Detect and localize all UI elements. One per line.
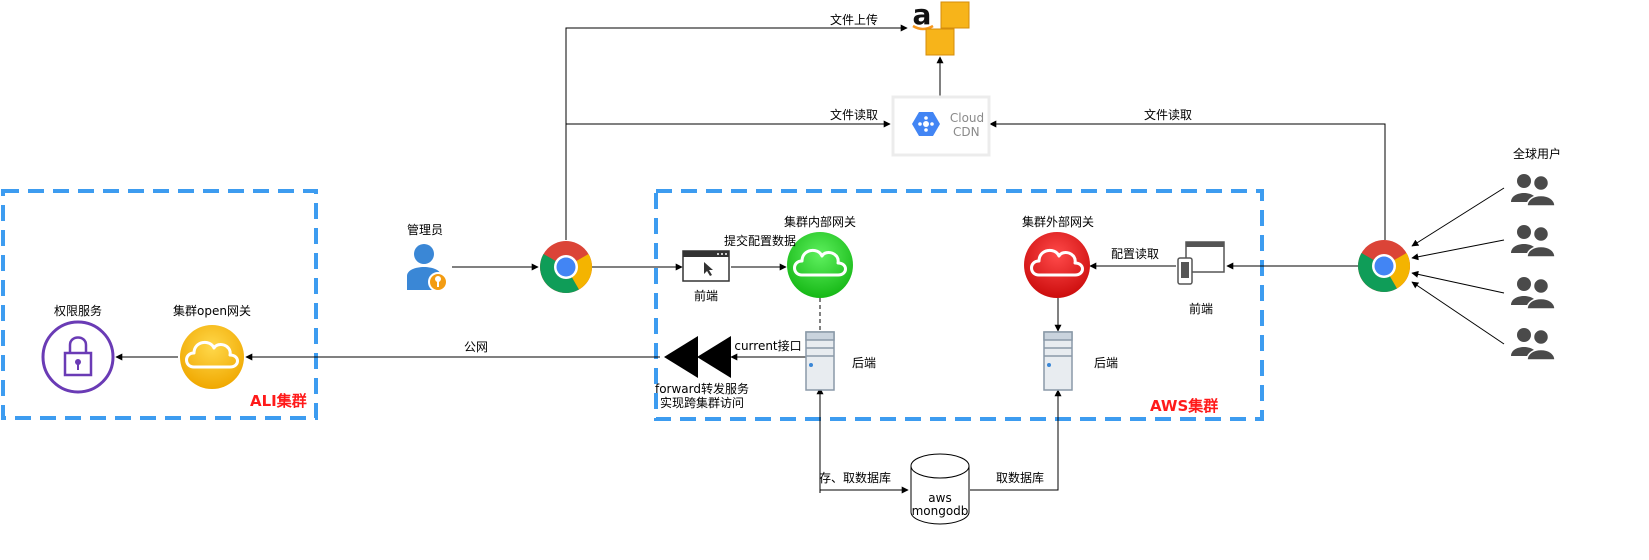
browser-window-icon [682,250,730,282]
edge-label-read-config: 配置读取 [1110,247,1160,261]
edge-label-current-api: current接口 [734,339,802,353]
ali-cluster-boundary [1,189,318,420]
mongodb-label-1: aws [928,491,952,505]
users-group-icon-2 [1510,224,1556,258]
edge-label-submit-config: 提交配置数据 [723,234,797,248]
server-icon-backend-right [1043,331,1073,391]
permission-service-label: 权限服务 [53,304,103,318]
frontend-left-label: 前端 [693,289,719,303]
ali-cluster-label: ALI集群 [250,392,307,410]
mobile-browser-icon [1177,241,1225,285]
admin-user-icon [407,244,448,292]
edge-users2-to-chrome [1411,239,1505,261]
edge-label-file-upload: 文件上传 [829,13,879,27]
edge-label-file-read-admin: 文件读取 [829,108,879,122]
backend-right-label: 后端 [1094,356,1119,370]
server-icon-backend-left [805,331,835,391]
lock-icon [41,320,115,394]
chrome-icon-admin [540,241,592,293]
internal-gateway-icon [787,232,853,298]
mongodb-label-2: mongodb [911,504,969,518]
edge-users4-to-chrome [1411,281,1505,345]
forward-service-label-2: 实现跨集群访问 [659,396,745,410]
cloud-cdn-label-2: CDN [953,125,980,139]
forward-arrow-icon [664,336,731,378]
internal-gateway-label: 集群内部网关 [783,215,857,229]
architecture-diagram: a 权限服务 集群open网关 管理员 集群内部网关 集群外部网关 前端 前端 … [0,0,1649,556]
edge-label-file-read-user: 文件读取 [1143,108,1193,122]
edge-label-public-net: 公网 [463,340,489,354]
backend-left-label: 后端 [852,356,877,370]
aws-cluster-label: AWS集群 [1150,397,1219,415]
forward-service-label-1: forward转发服务 [654,382,750,396]
edge-label-save-fetch-db: 存、取数据库 [818,471,892,485]
external-gateway-icon [1024,232,1090,298]
edge-label-fetch-db: 取数据库 [995,471,1045,485]
frontend-right-label: 前端 [1188,302,1214,316]
global-users-label: 全球用户 [1512,147,1562,161]
edge-file-upload [565,24,908,240]
users-group-icon-1 [1510,173,1556,207]
amazon-s3-icon: a [912,0,970,56]
edge-users1-to-chrome [1411,187,1505,247]
users-group-icon-4 [1510,327,1556,361]
open-gateway-label: 集群open网关 [173,304,251,318]
open-gateway-icon [180,325,244,389]
edge-users3-to-chrome [1411,270,1505,294]
cloud-cdn-label-1: Cloud [949,111,985,125]
external-gateway-label: 集群外部网关 [1021,215,1095,229]
users-group-icon-3 [1510,276,1556,310]
admin-label: 管理员 [406,223,444,237]
chrome-icon-users [1358,240,1410,292]
